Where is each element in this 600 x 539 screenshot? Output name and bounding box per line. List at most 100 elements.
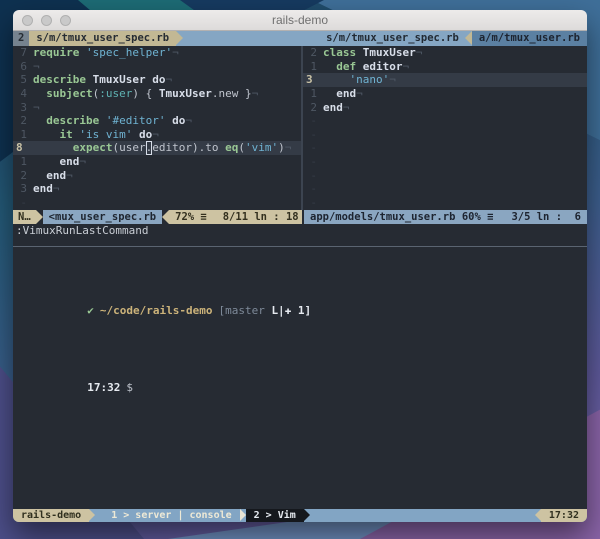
code-line: 2 describe '#editor' do ¬ — [13, 114, 301, 128]
code-line: 4 subject(:user) { TmuxUser .new } ¬ — [13, 87, 301, 101]
code-token: ( — [238, 141, 245, 155]
code-token: TmuxUser — [92, 73, 146, 87]
line-number: 8 — [16, 141, 23, 155]
code-line: - — [303, 128, 587, 142]
code-token: ¬ — [342, 100, 350, 114]
code-token: it — [59, 127, 73, 141]
code-token: TmuxUser — [362, 46, 416, 59]
code-token: ¬ — [284, 141, 292, 155]
line-number: 1 — [310, 59, 317, 73]
powerline-arrow-icon — [89, 509, 96, 521]
code-token: def — [336, 59, 357, 73]
tab-buffer-model[interactable]: a/m/tmux_user.rb — [471, 31, 587, 46]
code-line: 1 end ¬ — [303, 87, 587, 101]
tab-number[interactable]: 2 — [13, 31, 30, 46]
shell-prompt-line: ✔ ~/code/rails-demo [master L|✚ 1] — [21, 287, 579, 334]
code-token: ¬ — [165, 73, 173, 87]
code-line: 5 describe TmuxUser do ¬ — [13, 73, 301, 87]
line-number: - — [310, 196, 317, 210]
close-button[interactable] — [22, 14, 33, 26]
code-token: expect — [72, 141, 113, 155]
code-token: 'vim' — [244, 141, 279, 155]
code-token: ¬ — [402, 59, 410, 73]
code-token: ¬ — [66, 168, 73, 182]
code-token: ) — [278, 141, 285, 155]
powerline-arrow-icon — [464, 31, 472, 45]
code-line: - — [303, 196, 587, 210]
code-token: do — [172, 114, 186, 128]
window-titlebar[interactable]: rails-demo — [13, 10, 587, 31]
code-token: do — [138, 127, 153, 141]
vim-pane-spec[interactable]: 7 require 'spec_helper' ¬ 6 ¬ 5 describe TmuxU… — [13, 46, 301, 210]
minimize-button[interactable] — [41, 14, 52, 26]
tmux-bar-filler — [310, 509, 535, 522]
code-token: ¬ — [79, 155, 86, 169]
line-number: - — [310, 114, 317, 128]
code-line: 2 end ¬ — [13, 169, 301, 183]
statusline-active: N… <mux_user_spec.rb 72% ≡ 8/11 ln : 18 — [13, 210, 305, 224]
code-token: do — [152, 73, 166, 87]
vim-tabline: 2 s/m/tmux_user_spec.rb s/m/tmux_user_sp… — [13, 31, 587, 46]
code-token: describe — [33, 73, 86, 87]
line-number: - — [20, 196, 27, 210]
cursor-position: 8/11 ln : 18 — [222, 211, 299, 223]
code-token: ¬ — [389, 73, 396, 87]
code-line: - — [303, 155, 587, 169]
vim-command-line[interactable]: :VimuxRunLastCommand — [13, 224, 587, 238]
pane-gap — [13, 238, 587, 246]
line-number: 2 — [20, 168, 27, 182]
code-line: - — [303, 114, 587, 128]
code-token: TmuxUser — [158, 86, 212, 100]
tmux-window-2-active[interactable]: 2 > Vim — [245, 509, 304, 522]
prompt-path: ~/code/rails-demo — [99, 303, 213, 317]
code-token: subject — [46, 86, 93, 100]
tab-active-spec[interactable]: s/m/tmux_user_spec.rb — [29, 31, 177, 46]
shell-pane[interactable]: ✔ ~/code/rails-demo [master L|✚ 1] 17:32 $ — [13, 247, 587, 509]
prompt-status-icon: ✔ — [87, 303, 94, 317]
code-line: 1 def editor ¬ — [303, 60, 587, 74]
code-token: end — [33, 182, 53, 196]
terminal-content: 2 s/m/tmux_user_spec.rb s/m/tmux_user_sp… — [13, 31, 587, 522]
code-token: 'spec_helper' — [85, 46, 173, 59]
code-line-current: 3 'nano' ¬ — [303, 73, 587, 87]
git-branch: [master — [218, 303, 272, 317]
line-number: 7 — [20, 46, 27, 59]
code-line: 3 end ¬ — [13, 182, 301, 196]
statusline-filename: app/models/tmux_user.rb — [310, 211, 456, 223]
code-token: ) { — [132, 86, 159, 100]
line-number: 3 — [20, 100, 27, 114]
tmux-session-name[interactable]: rails-demo — [13, 509, 90, 522]
powerline-arrow-icon — [176, 31, 184, 45]
tmux-status-bar: rails-demo 1 > server | console 2 > Vim … — [13, 509, 587, 522]
code-line: 7 require 'spec_helper' ¬ — [13, 46, 301, 60]
tmux-clock: 17:32 — [540, 509, 587, 522]
zoom-button[interactable] — [60, 14, 71, 26]
code-token: ( — [92, 86, 100, 100]
code-token: ¬ — [52, 182, 60, 196]
line-number: - — [310, 182, 317, 196]
statusline-inactive: app/models/tmux_user.rb 60% ≡ 3/5 ln : 6 — [304, 210, 587, 224]
code-line: - — [303, 182, 587, 196]
tmux-window-1[interactable]: 1 > server | console — [103, 509, 239, 522]
code-token: ¬ — [33, 59, 40, 73]
vim-cursor: . — [145, 141, 153, 155]
code-line: 1 it 'is vim' do ¬ — [13, 128, 301, 142]
powerline-arrow-icon — [35, 210, 43, 224]
code-token: '#editor' — [105, 114, 166, 128]
vim-pane-model[interactable]: 2 class TmuxUser ¬ 1 def editor ¬ 3 'nano' ¬ 1 … — [303, 46, 587, 210]
code-token: .new } — [211, 86, 252, 100]
statusline-position-group: 72% ≡ 8/11 ln : 18 — [169, 210, 305, 224]
tab-buffer-spec[interactable]: s/m/tmux_user_spec.rb — [320, 31, 465, 46]
line-number: 3 — [20, 182, 27, 196]
code-token: ¬ — [356, 86, 363, 100]
line-number: - — [310, 141, 317, 155]
shell-input-line[interactable]: 17:32 $ — [21, 365, 579, 412]
